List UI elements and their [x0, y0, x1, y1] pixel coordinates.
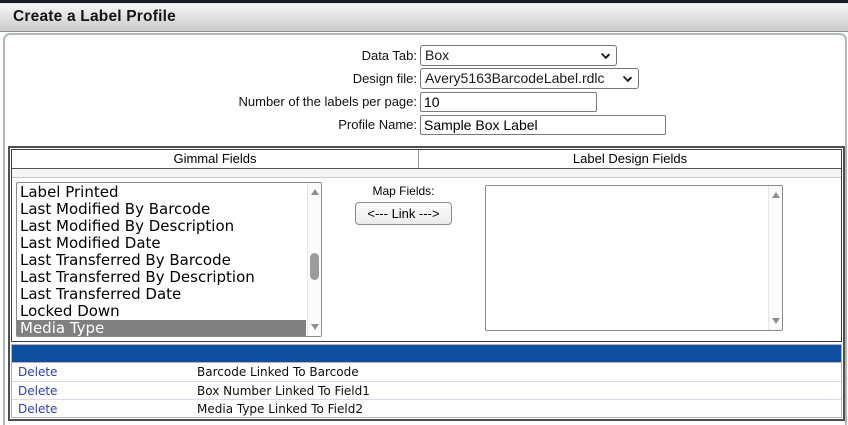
chevron-down-icon	[623, 73, 632, 82]
list-item[interactable]: Last Transferred By Description	[17, 269, 306, 286]
label-design-fields-listbox[interactable]	[485, 185, 783, 331]
data-tab-selected-value: Box	[425, 47, 449, 63]
gimmal-listbox-scrollbar[interactable]	[307, 183, 321, 336]
list-item[interactable]: Last Transferred By Barcode	[17, 252, 306, 269]
link-button[interactable]: <--- Link --->	[355, 202, 451, 225]
map-fields-column: Map Fields: <--- Link --->	[322, 182, 485, 341]
linked-field-description: Media Type Linked To Field2	[197, 402, 363, 416]
profile-name-input[interactable]	[420, 115, 666, 135]
design-listbox-scrollbar[interactable]	[768, 186, 782, 330]
delete-link[interactable]: Delete	[12, 365, 197, 379]
table-row: Delete Barcode Linked To Barcode	[12, 363, 841, 381]
linked-fields-table: Delete Barcode Linked To Barcode Delete …	[11, 344, 842, 418]
delete-link[interactable]: Delete	[12, 402, 197, 416]
scroll-up-icon[interactable]	[311, 189, 319, 195]
design-file-selected-value: Avery5163BarcodeLabel.rdlc	[425, 70, 605, 86]
data-tab-select[interactable]: Box	[420, 45, 617, 66]
labels-per-page-input[interactable]	[420, 92, 597, 112]
table-row: Delete Box Number Linked To Field1	[12, 381, 841, 399]
header-spacer-row	[12, 169, 841, 178]
table-row: Delete Media Type Linked To Field2	[12, 399, 841, 417]
field-mapping-section: Gimmal Fields Label Design Fields Label …	[8, 146, 845, 421]
delete-link[interactable]: Delete	[12, 384, 197, 398]
linked-fields-header-row	[12, 345, 841, 363]
design-file-label: Design file:	[0, 71, 420, 86]
list-item[interactable]: Last Modified Date	[17, 235, 306, 252]
scrollbar-thumb[interactable]	[310, 253, 319, 280]
list-item[interactable]: Label Printed	[17, 184, 306, 201]
label-design-fields-header: Label Design Fields	[419, 150, 841, 168]
list-item[interactable]: Last Transferred Date	[17, 286, 306, 303]
gimmal-fields-listbox[interactable]: Label Printed Last Modified By Barcode L…	[16, 182, 322, 337]
linked-field-description: Box Number Linked To Field1	[197, 384, 370, 398]
list-item[interactable]: Last Modified By Description	[17, 218, 306, 235]
linked-field-description: Barcode Linked To Barcode	[197, 365, 359, 379]
labels-per-page-label: Number of the labels per page:	[0, 94, 420, 109]
scroll-down-icon[interactable]	[311, 324, 319, 330]
design-file-select[interactable]: Avery5163BarcodeLabel.rdlc	[420, 68, 639, 89]
list-item-selected[interactable]: Media Type	[17, 320, 306, 337]
profile-name-label: Profile Name:	[0, 117, 420, 132]
data-tab-label: Data Tab:	[0, 48, 420, 63]
dialog-title: Create a Label Profile	[0, 3, 848, 32]
map-fields-label: Map Fields:	[322, 184, 485, 198]
list-item[interactable]: Locked Down	[17, 303, 306, 320]
field-mapping-table: Gimmal Fields Label Design Fields Label …	[11, 149, 842, 342]
list-item[interactable]: Last Modified By Barcode	[17, 201, 306, 218]
scroll-down-icon[interactable]	[772, 318, 780, 324]
scroll-up-icon[interactable]	[772, 192, 780, 198]
chevron-down-icon	[601, 50, 610, 59]
gimmal-fields-header: Gimmal Fields	[12, 150, 419, 168]
profile-form: Data Tab: Box Design file: Avery5163Barc…	[0, 44, 848, 136]
